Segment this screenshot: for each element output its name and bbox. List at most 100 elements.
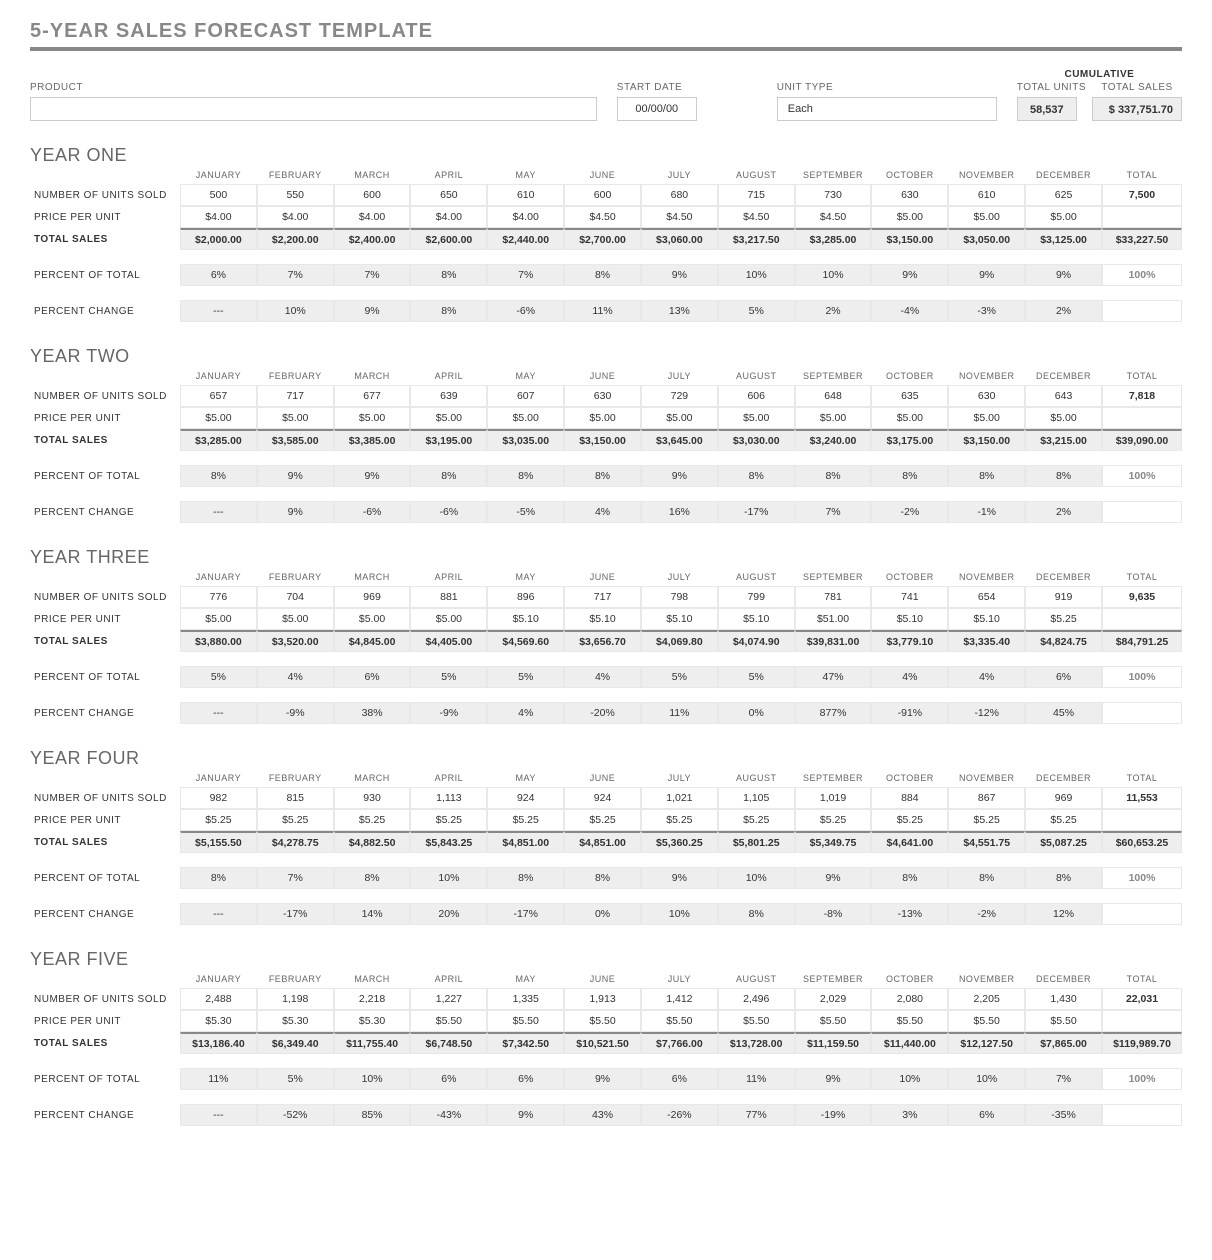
unittype-input[interactable] [777,97,997,121]
row-label-pct-change: PERCENT CHANGE [30,300,180,322]
cell-units: 500 [180,184,257,206]
cell-price: $5.50 [410,1010,487,1032]
cell-units: 2,205 [948,988,1025,1010]
cell-units: 1,430 [1025,988,1102,1010]
cell-units: 969 [334,586,411,608]
cell-sales: $3,285.00 [795,228,872,250]
month-header: AUGUST [718,168,795,184]
month-header: NOVEMBER [948,771,1025,787]
row-label-sales: TOTAL SALES [30,831,180,853]
month-header: AUGUST [718,570,795,586]
month-header: DECEMBER [1025,168,1102,184]
cell-sales: $3,150.00 [564,429,641,451]
cell-sales-total: $33,227.50 [1102,228,1182,250]
cell-units: 729 [641,385,718,407]
cell-price: $5.00 [948,206,1025,228]
cell-pct-total: 4% [871,666,948,688]
year5-block: YEAR FIVEJANUARYFEBRUARYMARCHAPRILMAYJUN… [30,949,1182,1126]
cell-pct-total: 9% [1025,264,1102,286]
cell-price: $5.00 [871,407,948,429]
cell-sales: $5,087.25 [1025,831,1102,853]
month-header: JULY [641,771,718,787]
cell-pct-change: -43% [410,1104,487,1126]
month-header: APRIL [410,771,487,787]
product-input[interactable] [30,97,597,121]
month-header: JULY [641,168,718,184]
startdate-input[interactable] [617,97,697,121]
cell-sales: $10,521.50 [564,1032,641,1054]
row-label-units: NUMBER OF UNITS SOLD [30,586,180,608]
cell-pct-change: 11% [641,702,718,724]
cell-pct-change: --- [180,501,257,523]
month-header: DECEMBER [1025,771,1102,787]
month-header: FEBRUARY [257,972,334,988]
month-header: MAY [487,972,564,988]
month-header: AUGUST [718,972,795,988]
cell-pct-change: -6% [487,300,564,322]
cell-price: $5.25 [564,809,641,831]
cell-sales: $11,440.00 [871,1032,948,1054]
cell-pct-change: 8% [718,903,795,925]
cell-pct-change: 2% [795,300,872,322]
cell-sales: $7,865.00 [1025,1032,1102,1054]
cell-pct-total: 9% [795,1068,872,1090]
year2-title: YEAR TWO [30,346,1182,367]
cell-units: 924 [487,787,564,809]
cell-units: 635 [871,385,948,407]
cell-price: $5.50 [718,1010,795,1032]
cell-pct-change: -2% [871,501,948,523]
cell-pct-total: 9% [564,1068,641,1090]
cell-pct-total: 6% [334,666,411,688]
month-header: DECEMBER [1025,972,1102,988]
unittype-label: UNIT TYPE [777,82,997,93]
month-header: MARCH [334,771,411,787]
cell-price: $5.00 [410,608,487,630]
month-header: FEBRUARY [257,570,334,586]
cell-units: 2,496 [718,988,795,1010]
cell-units: 600 [564,184,641,206]
cell-units: 1,913 [564,988,641,1010]
cell-sales: $13,728.00 [718,1032,795,1054]
cell-pct-total: 8% [180,465,257,487]
cell-pct-total: 8% [487,465,564,487]
cell-sales: $4,641.00 [871,831,948,853]
cell-pct-total: 8% [180,867,257,889]
cell-price: $5.25 [334,809,411,831]
cell-price: $5.10 [948,608,1025,630]
cell-price: $4.00 [334,206,411,228]
cell-sales: $3,335.40 [948,630,1025,652]
cell-units: 625 [1025,184,1102,206]
month-header: FEBRUARY [257,369,334,385]
cell-units: 815 [257,787,334,809]
cell-sales: $7,342.50 [487,1032,564,1054]
month-header: JUNE [564,168,641,184]
year4-block: YEAR FOURJANUARYFEBRUARYMARCHAPRILMAYJUN… [30,748,1182,925]
cell-units: 924 [564,787,641,809]
month-header: OCTOBER [871,570,948,586]
cell-units: 630 [871,184,948,206]
cell-pct-change: 0% [564,903,641,925]
cell-sales: $11,159.50 [795,1032,872,1054]
row-label-pct-total: PERCENT OF TOTAL [30,1068,180,1090]
month-header: JULY [641,369,718,385]
cell-pct-total: 5% [718,666,795,688]
cell-price: $5.00 [487,407,564,429]
cell-pct-change: --- [180,300,257,322]
cell-sales: $4,405.00 [410,630,487,652]
cell-sales: $4,278.75 [257,831,334,853]
cell-sales: $5,843.25 [410,831,487,853]
row-label-pct-total: PERCENT OF TOTAL [30,264,180,286]
cell-pct-total-total: 100% [1102,867,1182,889]
cell-units: 715 [718,184,795,206]
month-header: DECEMBER [1025,369,1102,385]
cell-units: 867 [948,787,1025,809]
cell-pct-total: 9% [641,465,718,487]
total-sales-label: TOTAL SALES [1092,82,1182,93]
header-row: PRODUCT START DATE UNIT TYPE CUMULATIVE … [30,69,1182,121]
cell-pct-change: 3% [871,1104,948,1126]
year5-title: YEAR FIVE [30,949,1182,970]
cell-pct-total: 8% [564,867,641,889]
cell-price: $5.00 [948,407,1025,429]
cell-sales: $39,831.00 [795,630,872,652]
cell-units: 2,488 [180,988,257,1010]
